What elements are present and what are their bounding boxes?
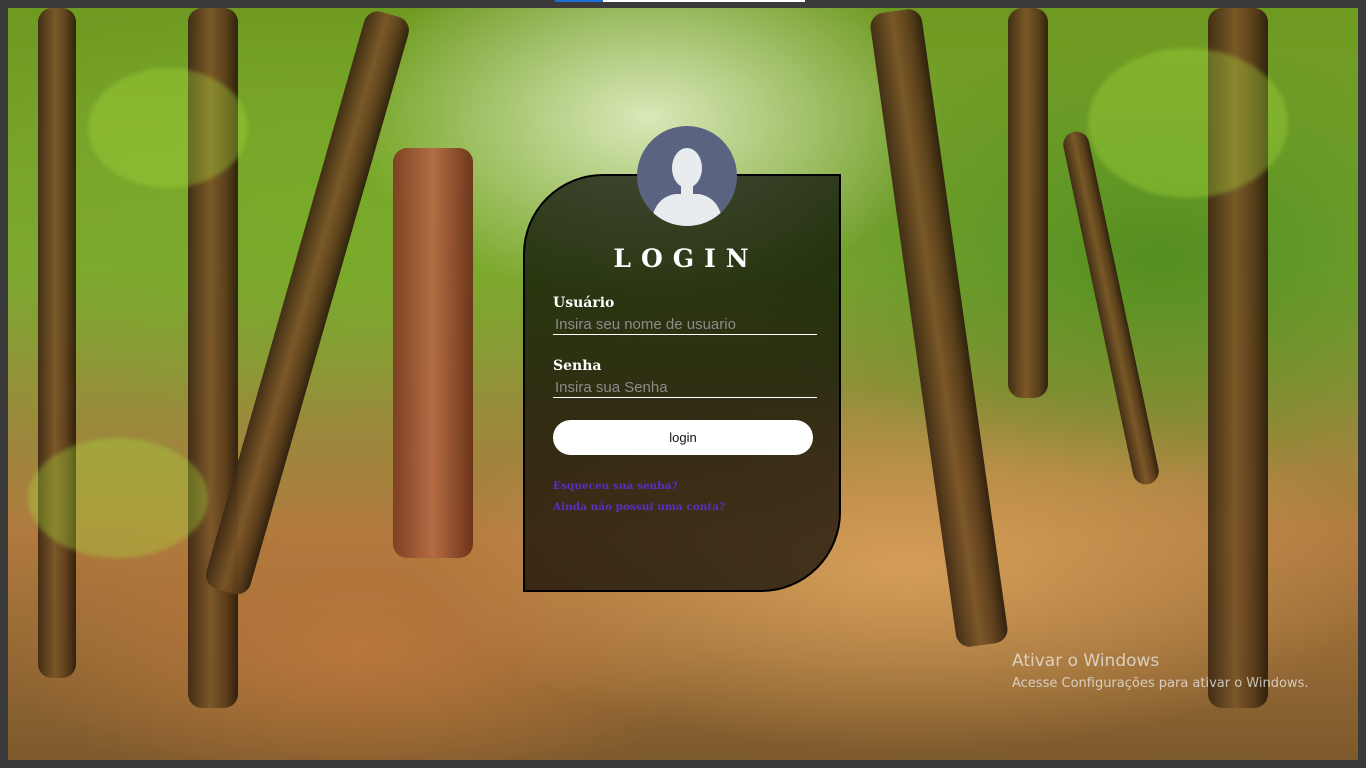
password-label: Senha [553,358,602,374]
password-input[interactable] [553,378,817,398]
windows-activation-title: Ativar o Windows [1012,651,1160,671]
foliage-highlight [88,68,248,188]
signup-link[interactable]: Ainda não possui uma conta? [553,501,725,513]
top-tab-accent [555,0,603,2]
tree-trunk [1008,8,1048,398]
tree-trunk [38,8,76,678]
forgot-password-link[interactable]: Esqueceu sua senha? [553,480,678,492]
foliage-highlight [1088,48,1288,198]
username-label: Usuário [553,295,615,311]
login-button[interactable]: login [553,420,813,455]
username-input[interactable] [553,315,817,335]
foliage-highlight [28,438,208,558]
tree-trunk [393,148,473,558]
login-title: LOGIN [613,244,759,273]
windows-activation-subtitle: Acesse Configurações para ativar o Windo… [1012,676,1309,691]
user-silhouette-icon [637,126,737,226]
top-tab-indicator [555,0,805,2]
